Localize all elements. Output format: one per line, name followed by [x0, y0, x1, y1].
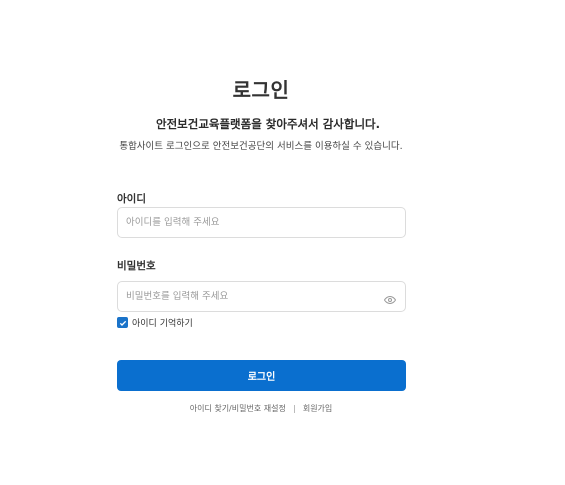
remember-id-label: 아이디 기억하기	[132, 319, 193, 329]
login-page: 로그인 안전보건교육플랫폼을 찾아주셔서 감사합니다. 통합사이트 로그인으로 …	[0, 0, 565, 485]
page-title: 로그인	[232, 78, 290, 102]
password-field-container	[117, 281, 406, 312]
login-button[interactable]: 로그인	[117, 360, 406, 391]
eye-icon[interactable]	[383, 291, 397, 305]
id-label: 아이디	[117, 193, 146, 205]
page-subtitle: 안전보건교육플랫폼을 찾아주셔서 감사합니다.	[156, 117, 380, 131]
remember-id-toggle[interactable]: 아이디 기억하기	[117, 316, 193, 329]
link-divider	[293, 404, 295, 413]
remember-id-checkbox[interactable]	[117, 317, 128, 328]
find-account-link[interactable]: 아이디 찾기/비밀번호 재설정	[190, 403, 286, 414]
password-input[interactable]	[118, 282, 405, 311]
id-field-container	[117, 207, 406, 238]
page-description: 통합사이트 로그인으로 안전보건공단의 서비스를 이용하실 수 있습니다.	[119, 141, 403, 152]
account-links: 아이디 찾기/비밀번호 재설정 회원가입	[0, 403, 522, 414]
id-input[interactable]	[118, 208, 405, 237]
password-label: 비밀번호	[117, 260, 156, 272]
signup-link[interactable]: 회원가입	[303, 403, 332, 414]
